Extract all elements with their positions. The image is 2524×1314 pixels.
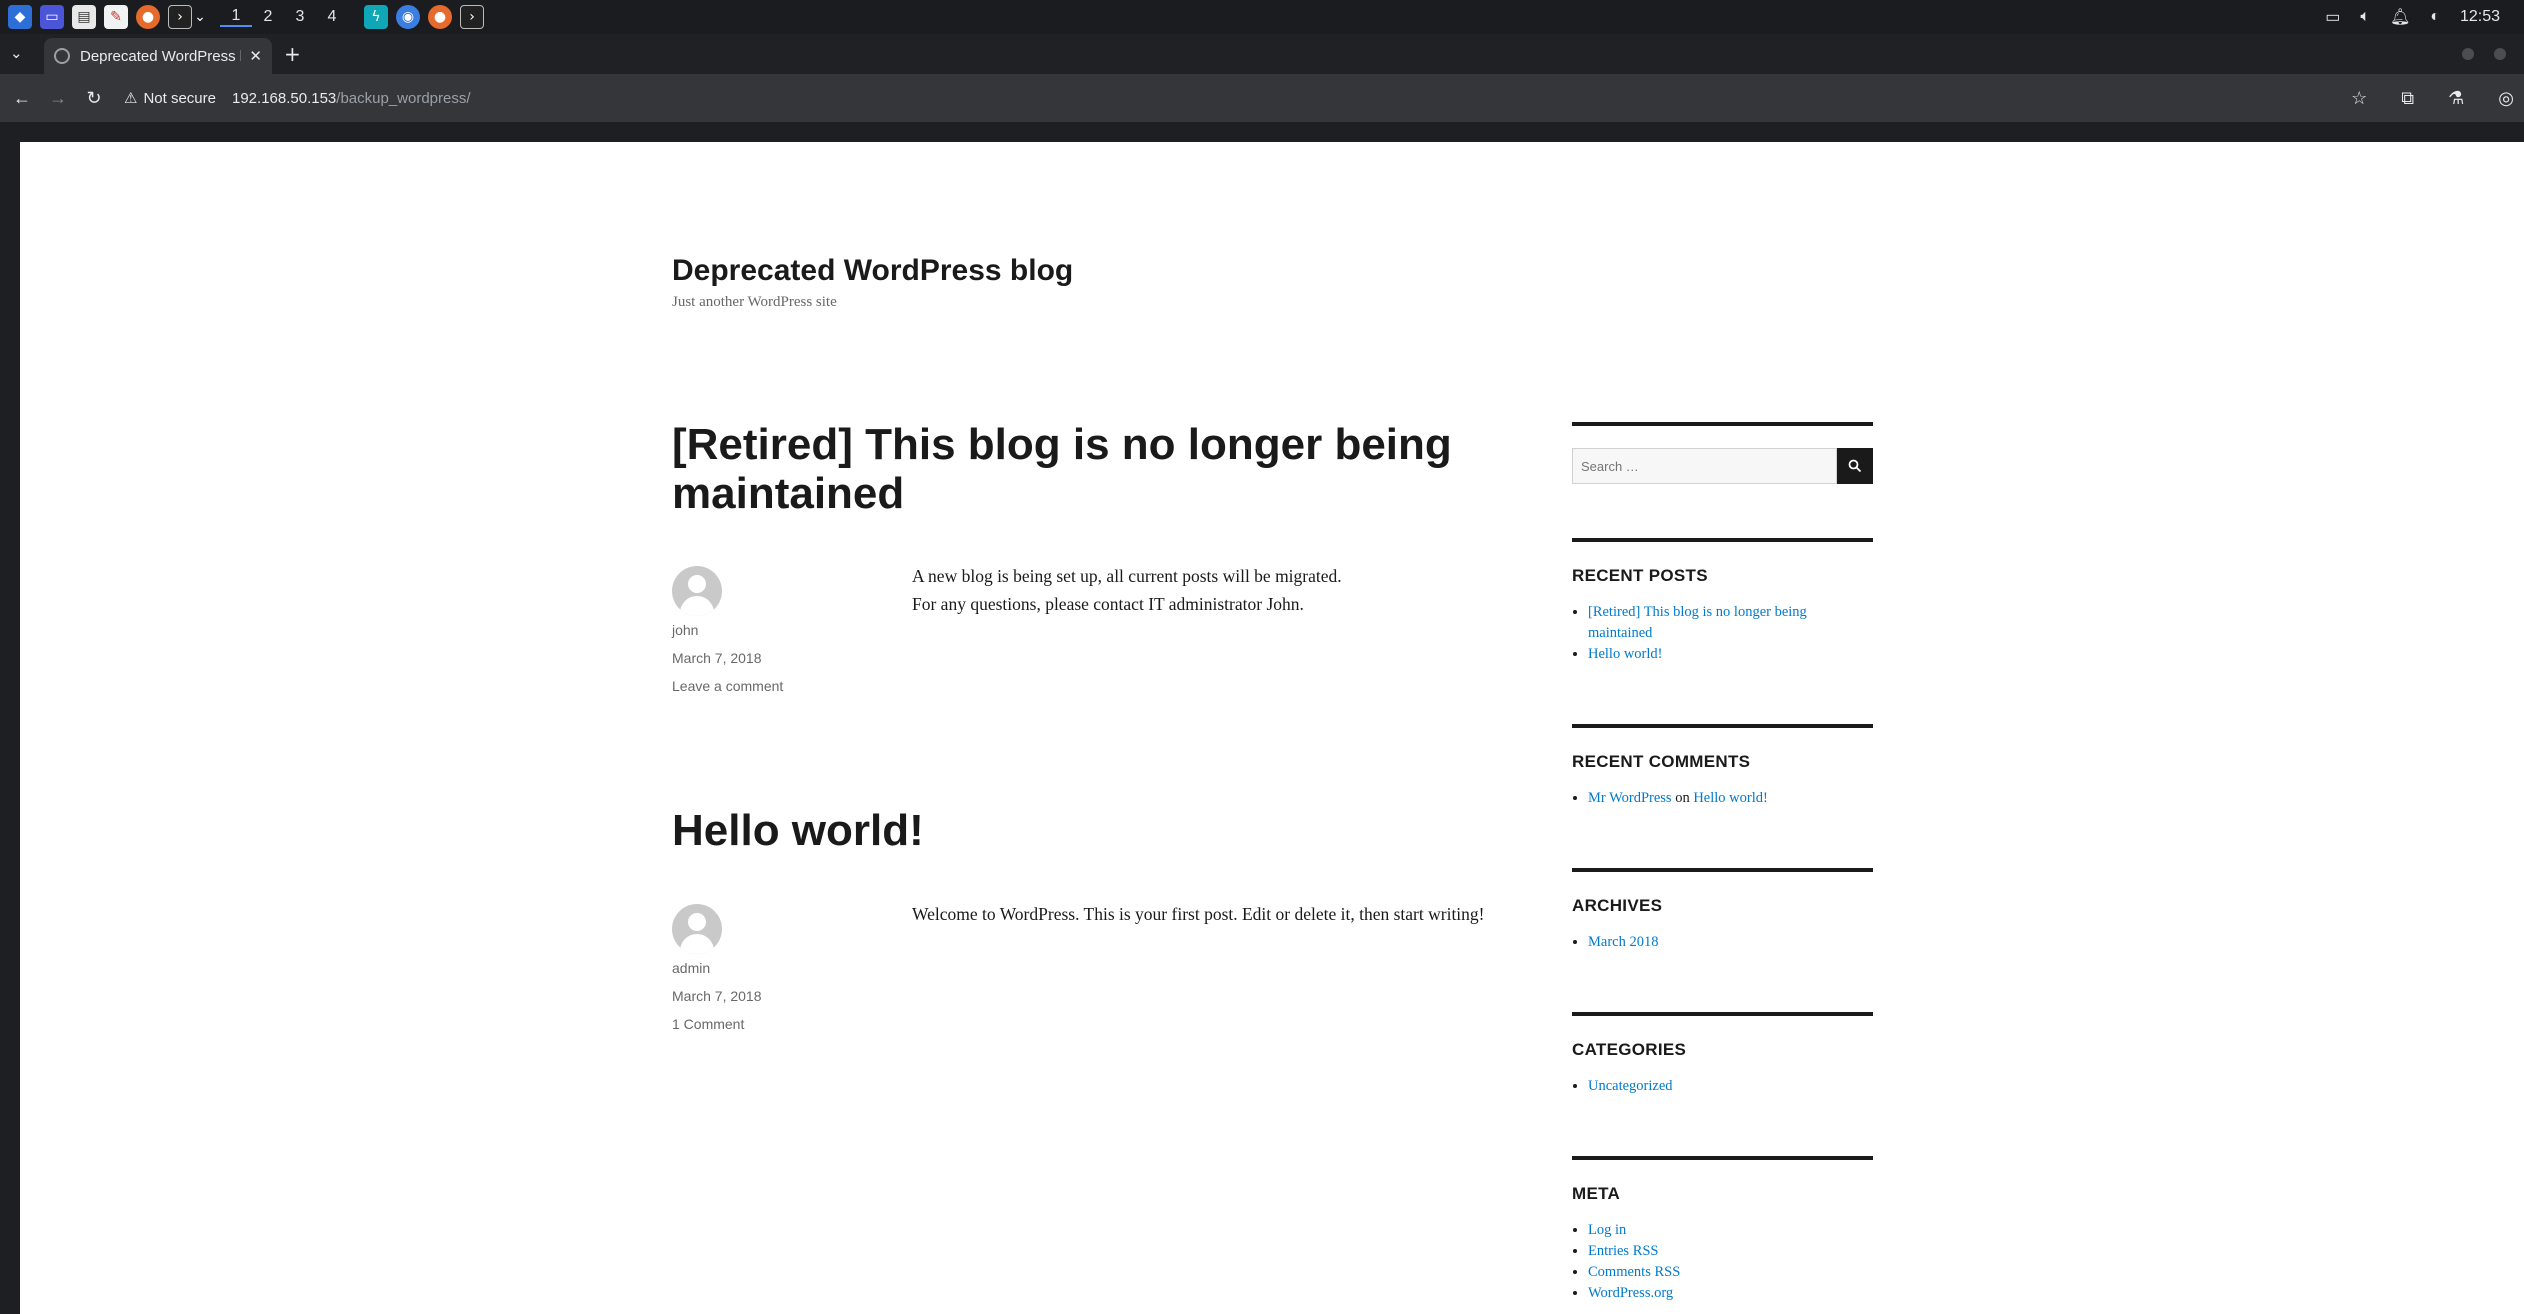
close-tab-icon[interactable]: ✕ [249,47,262,65]
post-content: A new blog is being set up, all current … [912,562,1492,618]
desktop-taskbar: ◆ ▭ ▤ ✎ ● › ⌄ 1 2 3 4 ϟ ◉ ● › ▭ 🔈︎ 🔔︎ ◐ … [0,0,2524,34]
reload-button[interactable]: ↻ [76,88,112,109]
recent-posts-widget: RECENT POSTS [Retired] This blog is no l… [1572,538,1873,665]
post-title[interactable]: [Retired] This blog is no longer being m… [672,420,1532,518]
app-menu-icon[interactable]: ◆ [8,5,32,29]
author-avatar [672,566,722,616]
post-date[interactable]: March 7, 2018 [672,988,762,1004]
web-page: Deprecated WordPress blog Just another W… [20,142,2524,1314]
browser-toolbar: ← → ↻ ⚠ Not secure 192.168.50.153/backup… [0,74,2524,122]
recent-comments-widget: RECENT COMMENTS Mr WordPress on Hello wo… [1572,724,1873,809]
chevron-down-icon[interactable]: ⌄ [194,5,206,29]
url-path: /backup_wordpress/ [336,89,471,107]
comment-post-link[interactable]: Hello world! [1693,790,1768,806]
security-indicator[interactable]: ⚠ Not secure [124,89,216,108]
author-avatar [672,904,722,954]
new-tab-button[interactable]: + [284,42,301,66]
profile-icon[interactable]: ◎ [2498,88,2514,109]
post-content-line: For any questions, please contact IT adm… [912,594,1304,614]
notification-bell-icon[interactable]: 🔔︎ [2390,7,2410,27]
clock: 12:53 [2459,8,2500,25]
lightning-app-icon[interactable]: ϟ [364,5,388,29]
list-item[interactable]: Hello world! [1588,644,1873,665]
url-host: 192.168.50.153 [232,89,337,107]
text-editor-icon[interactable]: ✎ [104,5,128,29]
comment-author-link[interactable]: Mr WordPress [1588,790,1672,806]
search-form [1572,448,1873,484]
toolbar-actions: ☆ ⧉ ⚗ ◎ [2351,74,2514,122]
system-tray: ▭ 🔈︎ 🔔︎ ◐ 12:53 [2325,0,2500,34]
search-button[interactable] [1837,448,1873,484]
post-title[interactable]: Hello world! [672,806,1532,855]
list-item[interactable]: Entries RSS [1588,1241,1873,1262]
back-button[interactable]: ← [4,88,40,109]
list-item: Mr WordPress on Hello world! [1588,788,1873,809]
list-item[interactable]: WordPress.org [1588,1283,1873,1304]
list-item[interactable]: Comments RSS [1588,1262,1873,1283]
list-item[interactable]: [Retired] This blog is no longer being m… [1588,602,1873,644]
address-bar[interactable]: ⚠ Not secure 192.168.50.153/backup_wordp… [124,81,471,115]
labs-flask-icon[interactable]: ⚗ [2448,88,2464,109]
workspace-1[interactable]: 1 [220,7,252,27]
close-window-button[interactable] [2494,48,2506,60]
search-icon [1848,459,1862,473]
forward-button[interactable]: → [40,88,76,109]
post-author[interactable]: john [672,622,698,638]
tab-title: Deprecated WordPress b [80,47,242,65]
power-icon[interactable]: ◐ [2430,8,2440,26]
widget-heading: CATEGORIES [1572,1040,1687,1059]
site-title[interactable]: Deprecated WordPress blog [672,254,1073,288]
site-description: Just another WordPress site [672,294,837,310]
widget-heading: RECENT COMMENTS [1572,752,1751,771]
minimize-button[interactable] [2462,48,2474,60]
file-manager-icon[interactable]: ▤ [72,5,96,29]
categories-widget: CATEGORIES Uncategorized [1572,1012,1873,1097]
widget-heading: ARCHIVES [1572,896,1663,915]
browser-tab[interactable]: Deprecated WordPress b ✕ [44,38,272,74]
post-content-line: A new blog is being set up, all current … [912,566,1342,586]
post-date[interactable]: March 7, 2018 [672,650,762,666]
screen-icon[interactable]: ▭ [2325,7,2340,27]
list-item[interactable]: Uncategorized [1588,1076,1873,1097]
widget-heading: RECENT POSTS [1572,566,1708,585]
tab-search-icon[interactable]: ⌄ [10,44,23,62]
terminal-icon[interactable]: › [460,5,484,29]
archives-widget: ARCHIVES March 2018 [1572,868,1873,953]
comments-link[interactable]: 1 Comment [672,1016,744,1032]
widget-heading: META [1572,1184,1621,1203]
terminal-icon[interactable]: › [168,5,192,29]
extensions-icon[interactable]: ⧉ [2401,88,2414,109]
globe-icon [54,48,70,64]
firefox-icon[interactable]: ● [136,5,160,29]
workspace-2[interactable]: 2 [252,8,284,26]
list-item[interactable]: Log in [1588,1220,1873,1241]
workspace-3[interactable]: 3 [284,8,316,26]
chromium-icon[interactable]: ◉ [396,5,420,29]
bookmark-star-icon[interactable]: ☆ [2351,88,2367,109]
post-author[interactable]: admin [672,960,710,976]
search-widget-rule [1572,422,1873,426]
desktop-icon[interactable]: ▭ [40,5,64,29]
post-content: Welcome to WordPress. This is your first… [912,904,1485,924]
tab-strip: ⌄ Deprecated WordPress b ✕ + [0,34,2524,74]
list-item[interactable]: March 2018 [1588,932,1873,953]
comment-on-text: on [1675,790,1690,806]
comments-link[interactable]: Leave a comment [672,678,783,694]
volume-icon[interactable]: 🔈︎ [2360,8,2370,26]
firefox-icon[interactable]: ● [428,5,452,29]
workspace-4[interactable]: 4 [316,8,348,26]
warning-icon: ⚠ [124,90,138,107]
search-input[interactable] [1572,448,1837,484]
security-label: Not secure [143,89,216,107]
meta-widget: META Log in Entries RSS Comments RSS Wor… [1572,1156,1873,1304]
